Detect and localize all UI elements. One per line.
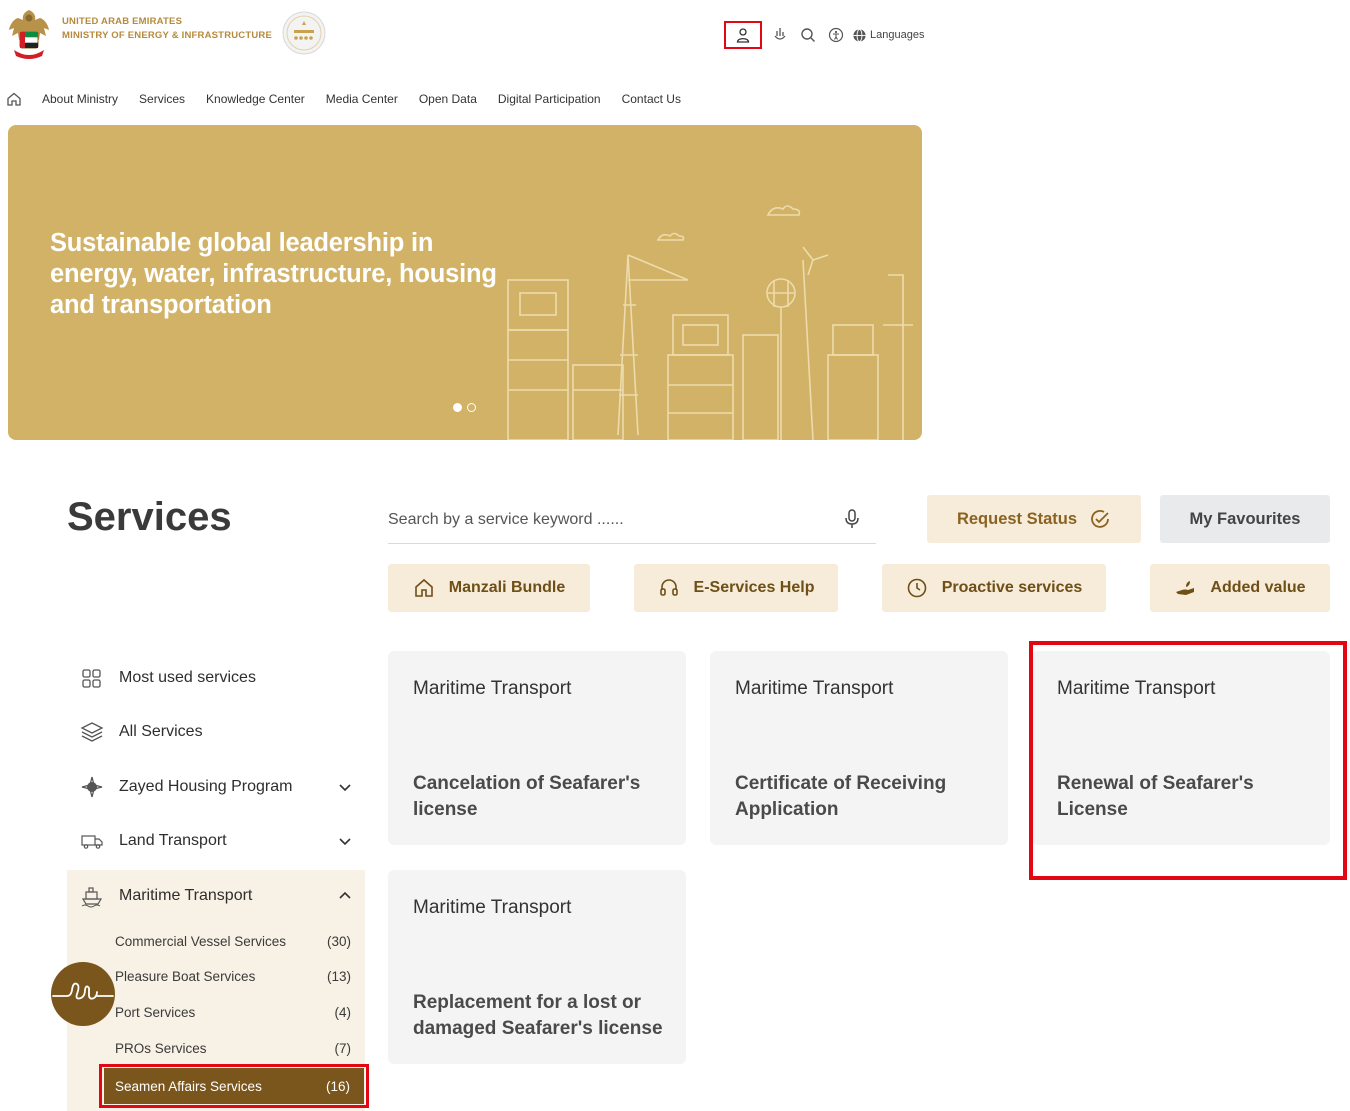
carousel-dot-1[interactable] xyxy=(453,403,462,412)
languages-button[interactable]: Languages xyxy=(852,28,924,43)
hand-leaf-icon xyxy=(1176,581,1195,595)
sign-language-button[interactable] xyxy=(766,21,794,49)
sub-item-port-services[interactable]: Port Services (4) xyxy=(115,1001,351,1023)
service-search xyxy=(388,498,876,544)
main-navigation: About Ministry Services Knowledge Center… xyxy=(6,88,702,110)
house-icon xyxy=(414,578,433,597)
clock-icon xyxy=(907,578,927,598)
accessibility-icon xyxy=(828,27,844,43)
sub-item-commercial-vessel[interactable]: Commercial Vessel Services (30) xyxy=(115,930,351,952)
sidebar-item-label: Maritime Transport xyxy=(119,887,253,904)
sub-item-pros-services[interactable]: PROs Services (7) xyxy=(115,1037,351,1059)
ship-icon xyxy=(81,887,103,908)
card-title: Certificate of Receiving Application xyxy=(735,773,947,820)
service-card[interactable]: Maritime Transport Cancelation of Seafar… xyxy=(388,651,686,845)
nav-about-ministry[interactable]: About Ministry xyxy=(42,92,118,106)
sub-item-count: (7) xyxy=(334,1040,352,1056)
chevron-down-icon[interactable] xyxy=(338,834,352,848)
manzali-bundle-button[interactable]: Manzali Bundle xyxy=(388,564,590,612)
compass-icon xyxy=(81,776,103,798)
city-infrastructure-illustration xyxy=(507,205,913,440)
card-category: Maritime Transport xyxy=(735,678,894,699)
service-card[interactable]: Maritime Transport Replacement for a los… xyxy=(388,870,686,1064)
sub-item-pleasure-boat[interactable]: Pleasure Boat Services (13) xyxy=(115,965,351,987)
chatbot-logo-icon xyxy=(52,982,114,1000)
card-category: Maritime Transport xyxy=(413,678,572,699)
e-services-help-label: E-Services Help xyxy=(693,579,815,596)
sidebar-item-label: Zayed Housing Program xyxy=(119,778,293,795)
sidebar-item-zayed-housing[interactable]: Zayed Housing Program xyxy=(80,772,366,802)
headset-icon xyxy=(659,579,678,596)
sub-item-label: Commercial Vessel Services xyxy=(115,933,287,949)
sidebar-item-label: All Services xyxy=(119,723,203,740)
proactive-services-label: Proactive services xyxy=(941,579,1083,596)
nav-digital-participation[interactable]: Digital Participation xyxy=(498,92,601,106)
user-login-button[interactable] xyxy=(724,21,762,49)
nav-services[interactable]: Services xyxy=(139,92,185,106)
truck-icon xyxy=(81,835,103,849)
hero-title: Sustainable global leadership in energy,… xyxy=(50,229,497,319)
sub-item-count: (4) xyxy=(334,1004,352,1020)
chat-assistant-button[interactable] xyxy=(51,962,115,1026)
request-status-button[interactable]: Request Status xyxy=(927,495,1141,543)
search-icon xyxy=(801,28,815,42)
sub-item-count: (30) xyxy=(326,933,351,949)
sub-item-label: PROs Services xyxy=(115,1040,207,1056)
carousel-dot-2[interactable] xyxy=(467,403,476,412)
card-category: Maritime Transport xyxy=(413,897,572,918)
hand-sign-icon xyxy=(774,28,786,40)
sidebar-item-maritime-transport[interactable]: Maritime Transport xyxy=(80,881,366,911)
sidebar-item-label: Land Transport xyxy=(119,832,227,849)
grid-icon xyxy=(82,669,101,688)
sidebar-item-land-transport[interactable]: Land Transport xyxy=(80,826,366,856)
home-icon[interactable] xyxy=(6,91,22,107)
languages-label: Languages xyxy=(870,29,925,41)
chevron-down-icon[interactable] xyxy=(338,780,352,794)
sidebar-item-most-used[interactable]: Most used services xyxy=(80,663,366,693)
nav-contact-us[interactable]: Contact Us xyxy=(622,92,681,106)
search-button[interactable] xyxy=(794,21,822,49)
card-highlight-box xyxy=(1029,641,1347,880)
card-title: Cancelation of Seafarer's license xyxy=(413,773,641,820)
proactive-services-button[interactable]: Proactive services xyxy=(882,564,1106,612)
carousel-dots xyxy=(453,403,481,412)
service-card[interactable]: Maritime Transport Certificate of Receiv… xyxy=(710,651,1008,845)
page-title: Services xyxy=(67,495,232,539)
selection-highlight-box xyxy=(99,1064,369,1108)
uae-emblem-icon[interactable] xyxy=(6,6,52,62)
my-favourites-label: My Favourites xyxy=(1189,509,1301,528)
card-title: Replacement for a lost or damaged Seafar… xyxy=(413,992,663,1039)
e-services-help-button[interactable]: E-Services Help xyxy=(634,564,838,612)
accessibility-button[interactable] xyxy=(822,21,850,49)
nav-media-center[interactable]: Media Center xyxy=(326,92,398,106)
globe-icon xyxy=(853,28,866,42)
utility-toolbar: Languages xyxy=(724,21,924,49)
star-rating-seal-icon xyxy=(282,11,326,55)
sidebar-item-label: Most used services xyxy=(119,669,256,686)
layers-icon xyxy=(80,722,104,742)
sub-item-label: Port Services xyxy=(115,1004,196,1020)
added-value-label: Added value xyxy=(1210,579,1306,596)
sub-item-label: Pleasure Boat Services xyxy=(115,968,256,984)
manzali-bundle-label: Manzali Bundle xyxy=(448,579,566,596)
microphone-icon[interactable] xyxy=(842,508,862,530)
added-value-button[interactable]: Added value xyxy=(1150,564,1330,612)
sub-item-count: (13) xyxy=(326,968,351,984)
hero-banner[interactable]: Sustainable global leadership in energy,… xyxy=(8,125,922,440)
request-status-label: Request Status xyxy=(956,509,1078,528)
nav-knowledge-center[interactable]: Knowledge Center xyxy=(206,92,305,106)
chevron-up-icon[interactable] xyxy=(338,889,352,903)
ministry-name: UNITED ARAB EMIRATES MINISTRY OF ENERGY … xyxy=(62,16,273,41)
user-icon xyxy=(736,28,750,43)
my-favourites-button[interactable]: My Favourites xyxy=(1160,495,1330,543)
check-circle-icon xyxy=(1091,510,1109,528)
search-input[interactable] xyxy=(388,506,828,534)
sidebar-item-all-services[interactable]: All Services xyxy=(80,717,366,747)
nav-open-data[interactable]: Open Data xyxy=(419,92,477,106)
